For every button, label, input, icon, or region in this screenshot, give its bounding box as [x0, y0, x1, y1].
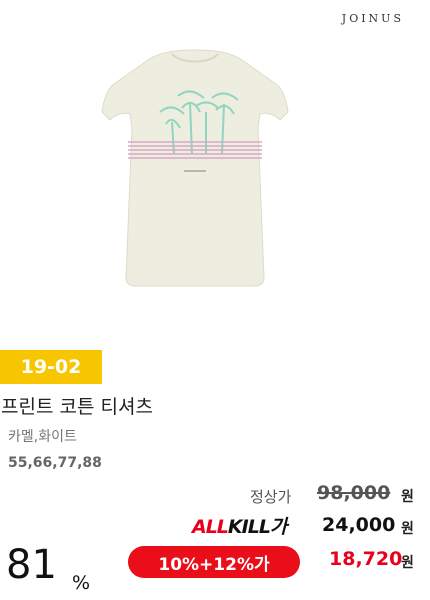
discount-rate-unit: % — [72, 572, 91, 594]
product-image[interactable] — [100, 42, 290, 292]
product-title[interactable]: 프린트 코튼 티셔츠 — [1, 392, 153, 419]
list-price-currency: 원 — [401, 489, 414, 505]
product-colors: 카멜,화이트 — [8, 429, 77, 445]
list-price-label: 정상가 — [250, 488, 292, 506]
allkill-price-currency: 원 — [401, 521, 414, 537]
allkill-price: 24,000 — [322, 514, 396, 536]
brand-logo: JOINUS — [341, 12, 404, 25]
final-price: 18,720 — [329, 548, 403, 570]
final-price-currency: 원 — [401, 555, 414, 571]
allkill-logo: ALLKILL가 — [192, 512, 287, 539]
discount-rate: 81 — [6, 542, 57, 588]
allkill-logo-red: ALL — [192, 516, 229, 538]
product-code-badge: 19-02 — [0, 350, 102, 384]
allkill-logo-dark: KILL가 — [227, 516, 287, 538]
discount-badge: 10%+12%가 — [128, 546, 300, 578]
list-price: 98,000 — [317, 482, 391, 504]
product-sizes: 55,66,77,88 — [8, 455, 102, 471]
